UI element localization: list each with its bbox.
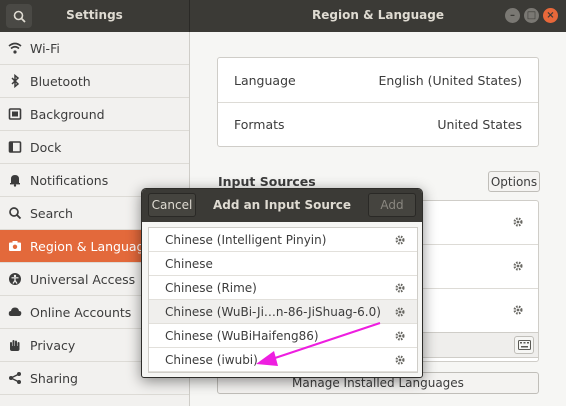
add-input-source-dialog: Cancel Add an Input Source Add Chinese (…: [141, 188, 423, 378]
wifi-icon: [8, 41, 22, 55]
sidebar-header: Settings: [0, 0, 190, 32]
option-label: Chinese (Rime): [165, 280, 257, 295]
bell-icon: [8, 173, 22, 187]
option-label: Chinese (iwubi): [165, 352, 258, 367]
panel-header: Region & Language – □ ×: [190, 0, 566, 32]
option-label: Chinese (WuBi-Ji…n-86-JiShuag-6.0): [165, 304, 381, 319]
share-icon: [8, 371, 22, 385]
gear-icon[interactable]: [512, 304, 524, 319]
formats-row[interactable]: Formats United States: [218, 102, 538, 146]
formats-value: United States: [437, 117, 522, 132]
input-source-option[interactable]: Chinese (Intelligent Pinyin): [149, 228, 417, 252]
gear-icon: [393, 281, 407, 295]
option-label: Chinese: [165, 256, 213, 271]
sidebar-item-label: Background: [30, 106, 105, 122]
input-source-option[interactable]: Chinese (WuBi-Ji…n-86-JiShuag-6.0): [149, 300, 417, 324]
language-formats-frame: Language English (United States) Formats…: [217, 57, 539, 147]
sidebar-item-label: Dock: [30, 139, 62, 155]
sidebar-item-label: Wi-Fi: [30, 40, 60, 56]
sidebar-item-label: Sharing: [30, 370, 78, 386]
minimize-button[interactable]: –: [505, 8, 520, 23]
maximize-button[interactable]: □: [524, 8, 539, 23]
accessibility-icon: [8, 272, 22, 286]
sidebar-item-dock[interactable]: Dock: [0, 131, 189, 164]
gear-icon[interactable]: [512, 260, 524, 275]
sidebar-item-wifi[interactable]: Wi-Fi: [0, 32, 189, 65]
sidebar-item-label: Notifications: [30, 172, 109, 188]
keyboard-layout-button[interactable]: [514, 336, 534, 354]
gear-icon: [393, 233, 407, 247]
gear-icon: [393, 329, 407, 343]
language-value: English (United States): [378, 72, 522, 88]
input-source-option[interactable]: Chinese (WuBiHaifeng86): [149, 324, 417, 348]
online-accounts-icon: [8, 305, 22, 319]
input-source-option[interactable]: Chinese (Rime): [149, 276, 417, 300]
input-source-option[interactable]: Chinese: [149, 252, 417, 276]
sidebar-item-label: Privacy: [30, 337, 76, 353]
settings-title: Settings: [66, 8, 123, 22]
language-row[interactable]: Language English (United States): [218, 58, 538, 102]
add-button[interactable]: Add: [368, 193, 416, 217]
gear-icon: [393, 305, 407, 319]
bluetooth-icon: [8, 74, 22, 88]
keyboard-icon: [517, 340, 531, 350]
option-label: Chinese (WuBiHaifeng86): [165, 328, 319, 343]
options-button[interactable]: Options: [488, 171, 540, 192]
sidebar-item-label: Universal Access: [30, 271, 136, 287]
gear-icon[interactable]: [512, 216, 524, 231]
camera-icon: [8, 239, 22, 253]
background-icon: [8, 107, 22, 121]
search-icon: [8, 206, 22, 220]
sidebar-item-label: Region & Language: [30, 238, 153, 254]
input-source-options-list: Chinese (Intelligent Pinyin) Chinese Chi…: [148, 227, 418, 373]
dialog-header: Cancel Add an Input Source Add: [142, 189, 422, 222]
sidebar-item-background[interactable]: Background: [0, 98, 189, 131]
sidebar-item-label: Online Accounts: [30, 304, 132, 320]
dock-icon: [8, 140, 22, 154]
close-button[interactable]: ×: [543, 8, 558, 23]
header-bar: Settings Region & Language – □ ×: [0, 0, 566, 32]
sidebar-item-label: Bluetooth: [30, 73, 91, 89]
language-label: Language: [234, 72, 296, 88]
gear-icon: [393, 353, 407, 367]
sidebar-item-label: Search: [30, 205, 73, 221]
input-source-option[interactable]: Chinese (iwubi): [149, 348, 417, 372]
hand-icon: [8, 338, 22, 352]
option-label: Chinese (Intelligent Pinyin): [165, 232, 327, 247]
window-controls: – □ ×: [505, 8, 558, 23]
sidebar-item-bluetooth[interactable]: Bluetooth: [0, 65, 189, 98]
formats-label: Formats: [234, 117, 285, 132]
input-sources-title: Input Sources: [218, 174, 316, 189]
